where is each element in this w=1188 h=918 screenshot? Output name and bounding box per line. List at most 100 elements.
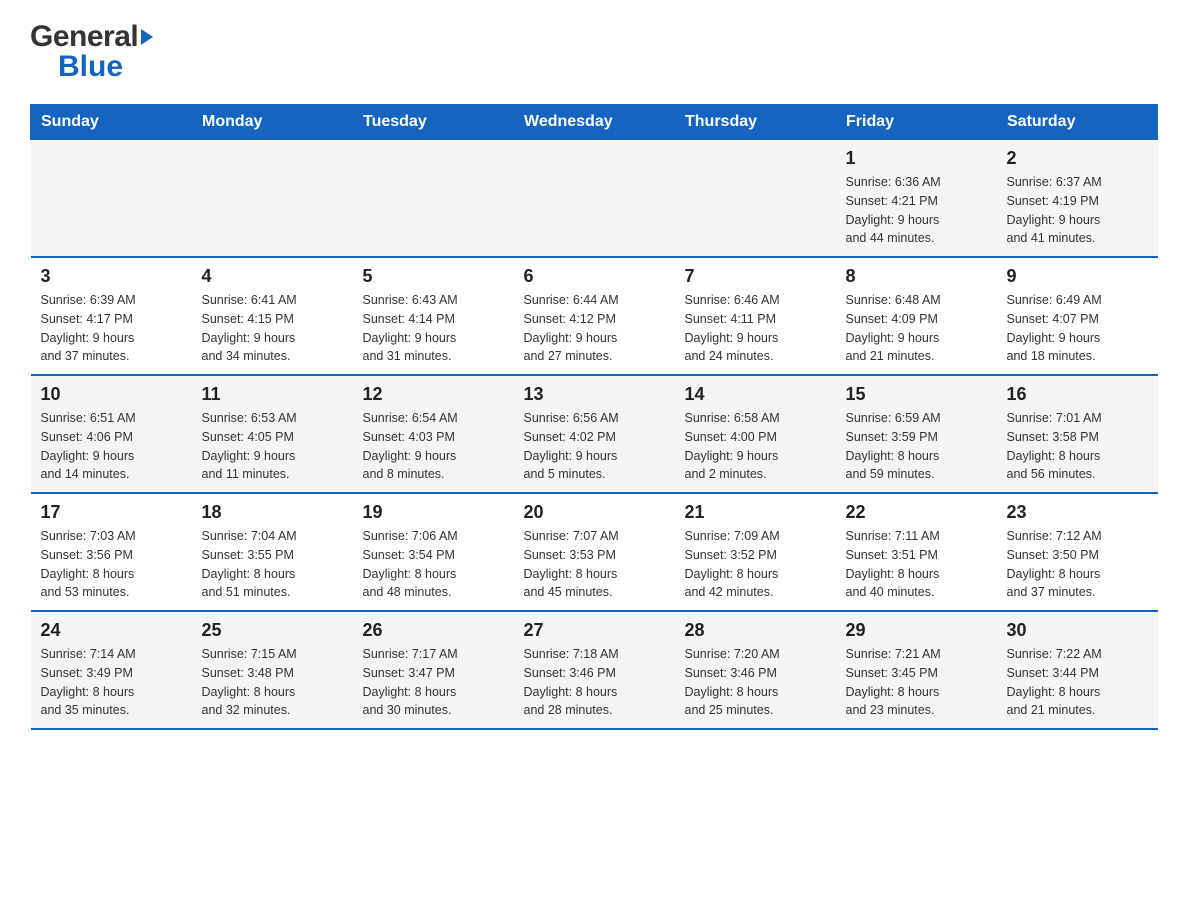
day-info-text: Daylight: 8 hours: [1007, 683, 1148, 702]
day-info-text: Sunset: 4:05 PM: [202, 428, 343, 447]
day-info-text: Sunset: 4:14 PM: [363, 310, 504, 329]
day-info-text: Sunrise: 7:04 AM: [202, 527, 343, 546]
day-info-text: Sunrise: 7:12 AM: [1007, 527, 1148, 546]
day-number: 1: [846, 148, 987, 169]
day-info-text: Daylight: 9 hours: [363, 447, 504, 466]
calendar-day-cell: 11Sunrise: 6:53 AMSunset: 4:05 PMDayligh…: [192, 375, 353, 493]
day-info-text: Sunrise: 6:37 AM: [1007, 173, 1148, 192]
day-number: 2: [1007, 148, 1148, 169]
day-info-text: Daylight: 9 hours: [363, 329, 504, 348]
calendar-day-cell: 7Sunrise: 6:46 AMSunset: 4:11 PMDaylight…: [675, 257, 836, 375]
day-number: 22: [846, 502, 987, 523]
calendar-day-cell: 14Sunrise: 6:58 AMSunset: 4:00 PMDayligh…: [675, 375, 836, 493]
day-info-text: and 24 minutes.: [685, 347, 826, 366]
day-number: 15: [846, 384, 987, 405]
calendar-day-cell: 4Sunrise: 6:41 AMSunset: 4:15 PMDaylight…: [192, 257, 353, 375]
day-info-text: Daylight: 9 hours: [202, 329, 343, 348]
calendar-day-cell: 26Sunrise: 7:17 AMSunset: 3:47 PMDayligh…: [353, 611, 514, 729]
day-info-text: Daylight: 9 hours: [202, 447, 343, 466]
day-info-text: Sunset: 3:53 PM: [524, 546, 665, 565]
calendar-day-cell: 19Sunrise: 7:06 AMSunset: 3:54 PMDayligh…: [353, 493, 514, 611]
day-info-text: Sunset: 3:46 PM: [524, 664, 665, 683]
day-number: 26: [363, 620, 504, 641]
day-info-text: Sunrise: 6:46 AM: [685, 291, 826, 310]
day-info-text: Sunset: 4:07 PM: [1007, 310, 1148, 329]
calendar-day-cell: 20Sunrise: 7:07 AMSunset: 3:53 PMDayligh…: [514, 493, 675, 611]
day-number: 14: [685, 384, 826, 405]
day-info-text: and 21 minutes.: [846, 347, 987, 366]
day-info-text: and 30 minutes.: [363, 701, 504, 720]
day-number: 19: [363, 502, 504, 523]
day-info-text: and 11 minutes.: [202, 465, 343, 484]
day-info-text: and 48 minutes.: [363, 583, 504, 602]
day-info-text: Daylight: 8 hours: [41, 683, 182, 702]
weekday-header-friday: Friday: [836, 105, 997, 140]
day-info-text: Sunrise: 7:17 AM: [363, 645, 504, 664]
day-info-text: Sunset: 4:00 PM: [685, 428, 826, 447]
day-info-text: Sunrise: 6:44 AM: [524, 291, 665, 310]
weekday-header-saturday: Saturday: [997, 105, 1158, 140]
day-number: 9: [1007, 266, 1148, 287]
weekday-header-wednesday: Wednesday: [514, 105, 675, 140]
day-info-text: and 21 minutes.: [1007, 701, 1148, 720]
day-number: 16: [1007, 384, 1148, 405]
day-info-text: Daylight: 8 hours: [846, 683, 987, 702]
day-info-text: Sunrise: 7:14 AM: [41, 645, 182, 664]
day-info-text: and 45 minutes.: [524, 583, 665, 602]
calendar-day-cell: 15Sunrise: 6:59 AMSunset: 3:59 PMDayligh…: [836, 375, 997, 493]
day-info-text: Daylight: 8 hours: [202, 565, 343, 584]
day-number: 21: [685, 502, 826, 523]
day-info-text: Daylight: 9 hours: [41, 329, 182, 348]
day-info-text: Sunset: 4:09 PM: [846, 310, 987, 329]
day-number: 17: [41, 502, 182, 523]
day-info-text: and 25 minutes.: [685, 701, 826, 720]
day-info-text: and 14 minutes.: [41, 465, 182, 484]
day-info-text: and 31 minutes.: [363, 347, 504, 366]
day-number: 25: [202, 620, 343, 641]
day-info-text: Daylight: 9 hours: [1007, 211, 1148, 230]
day-info-text: Daylight: 8 hours: [524, 683, 665, 702]
day-info-text: Sunset: 4:11 PM: [685, 310, 826, 329]
day-number: 7: [685, 266, 826, 287]
day-info-text: Sunset: 3:59 PM: [846, 428, 987, 447]
day-number: 3: [41, 266, 182, 287]
day-info-text: Sunset: 3:51 PM: [846, 546, 987, 565]
calendar-day-cell: 16Sunrise: 7:01 AMSunset: 3:58 PMDayligh…: [997, 375, 1158, 493]
calendar-week-row: 17Sunrise: 7:03 AMSunset: 3:56 PMDayligh…: [31, 493, 1158, 611]
day-info-text: Sunrise: 6:58 AM: [685, 409, 826, 428]
day-number: 8: [846, 266, 987, 287]
day-info-text: Daylight: 9 hours: [1007, 329, 1148, 348]
day-number: 24: [41, 620, 182, 641]
day-number: 4: [202, 266, 343, 287]
day-info-text: and 35 minutes.: [41, 701, 182, 720]
day-info-text: Sunrise: 6:49 AM: [1007, 291, 1148, 310]
day-info-text: Sunset: 3:47 PM: [363, 664, 504, 683]
day-info-text: Sunset: 4:02 PM: [524, 428, 665, 447]
day-info-text: Sunset: 4:21 PM: [846, 192, 987, 211]
calendar-day-cell: 17Sunrise: 7:03 AMSunset: 3:56 PMDayligh…: [31, 493, 192, 611]
day-info-text: and 59 minutes.: [846, 465, 987, 484]
logo-general-text: General: [30, 20, 138, 54]
calendar-day-cell: 5Sunrise: 6:43 AMSunset: 4:14 PMDaylight…: [353, 257, 514, 375]
day-info-text: and 2 minutes.: [685, 465, 826, 484]
calendar-day-cell: [514, 140, 675, 258]
calendar-week-row: 10Sunrise: 6:51 AMSunset: 4:06 PMDayligh…: [31, 375, 1158, 493]
day-info-text: Sunset: 4:17 PM: [41, 310, 182, 329]
day-info-text: and 42 minutes.: [685, 583, 826, 602]
day-info-text: and 40 minutes.: [846, 583, 987, 602]
weekday-header-thursday: Thursday: [675, 105, 836, 140]
day-info-text: Sunrise: 7:03 AM: [41, 527, 182, 546]
day-info-text: Sunset: 3:46 PM: [685, 664, 826, 683]
day-number: 13: [524, 384, 665, 405]
day-info-text: Daylight: 8 hours: [846, 447, 987, 466]
day-number: 27: [524, 620, 665, 641]
day-info-text: Sunrise: 7:07 AM: [524, 527, 665, 546]
day-info-text: Sunrise: 6:54 AM: [363, 409, 504, 428]
day-info-text: and 51 minutes.: [202, 583, 343, 602]
day-info-text: Daylight: 8 hours: [685, 565, 826, 584]
day-info-text: and 44 minutes.: [846, 229, 987, 248]
calendar-day-cell: [31, 140, 192, 258]
calendar-day-cell: 24Sunrise: 7:14 AMSunset: 3:49 PMDayligh…: [31, 611, 192, 729]
calendar-day-cell: [192, 140, 353, 258]
day-info-text: Daylight: 8 hours: [1007, 447, 1148, 466]
